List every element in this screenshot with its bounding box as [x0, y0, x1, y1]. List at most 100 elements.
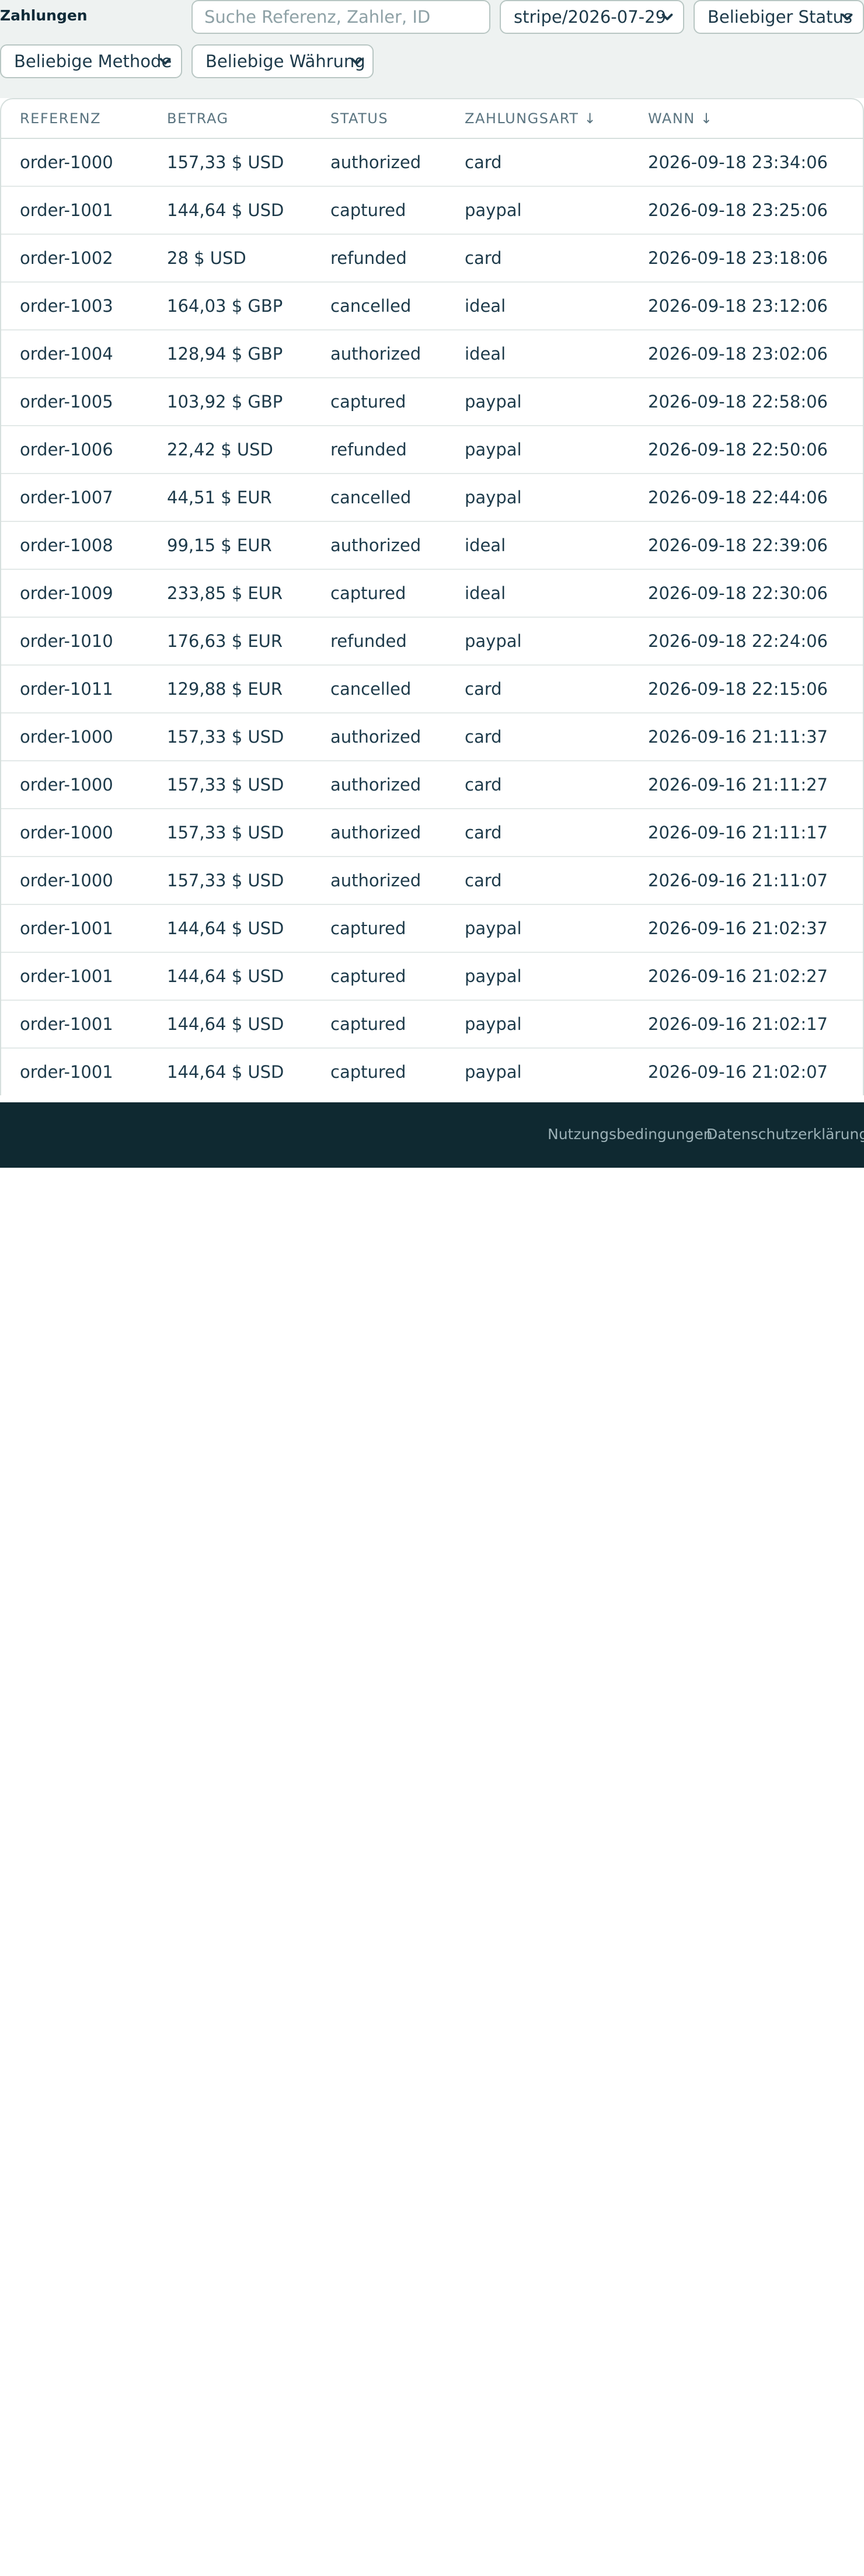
- cell-status: cancelled: [330, 296, 412, 316]
- cell-amount: 44,51 $ EUR: [167, 488, 272, 507]
- table-row[interactable]: order-1004 128,94 $ GBP authorized ideal 202…: [1, 330, 863, 378]
- privacy-link[interactable]: Datenschutzerklärung: [706, 1126, 864, 1143]
- status-select-value: Beliebiger Status: [708, 7, 852, 27]
- cell-status: authorized: [330, 727, 421, 747]
- cell-reference: order-1004: [20, 344, 113, 364]
- cell-status: captured: [330, 1014, 406, 1034]
- cell-method: card: [465, 871, 502, 890]
- column-header-status[interactable]: STATUS: [330, 110, 388, 127]
- column-header-method[interactable]: ZAHLUNGSART ↓: [465, 110, 597, 127]
- table-header: REFERENZ BETRAG STATUS ZAHLUNGSART ↓ WAN…: [1, 99, 863, 139]
- account-select-value: stripe/2026-07-29: [514, 7, 667, 27]
- cell-reference: order-1008: [20, 535, 113, 555]
- table-row[interactable]: order-1001 144,64 $ USD captured paypal 2026…: [1, 187, 863, 235]
- cell-method: paypal: [465, 966, 522, 986]
- table-row[interactable]: order-1001 144,64 $ USD captured paypal 2026…: [1, 905, 863, 953]
- cell-when: 2026-09-16 21:11:37: [648, 727, 828, 747]
- method-select-value: Beliebige Methode: [14, 51, 172, 71]
- cell-when: 2026-09-18 23:12:06: [648, 296, 828, 316]
- cell-status: cancelled: [330, 488, 412, 507]
- table-row[interactable]: order-1000 157,33 $ USD authorized card 2026…: [1, 761, 863, 809]
- cell-reference: order-1009: [20, 583, 113, 603]
- table-row[interactable]: order-1010 176,63 $ EUR refunded paypal 2026…: [1, 618, 863, 666]
- account-select[interactable]: stripe/2026-07-29: [500, 0, 684, 34]
- terms-link[interactable]: Nutzungsbedingungen: [548, 1126, 713, 1143]
- page-title: Zahlungen: [0, 7, 88, 24]
- cell-when: 2026-09-18 22:15:06: [648, 679, 828, 699]
- cell-status: authorized: [330, 344, 421, 364]
- cell-status: captured: [330, 392, 406, 412]
- cell-amount: 157,33 $ USD: [167, 152, 284, 172]
- search-input[interactable]: [191, 0, 490, 34]
- cell-amount: 157,33 $ USD: [167, 727, 284, 747]
- cell-reference: order-1000: [20, 823, 113, 843]
- cell-method: card: [465, 775, 502, 795]
- cell-amount: 129,88 $ EUR: [167, 679, 283, 699]
- table-row[interactable]: order-1001 144,64 $ USD captured paypal 2026…: [1, 1049, 863, 1095]
- cell-reference: order-1001: [20, 200, 113, 220]
- table-row[interactable]: order-1007 44,51 $ EUR cancelled paypal 2026…: [1, 474, 863, 522]
- cell-when: 2026-09-16 21:11:07: [648, 871, 828, 890]
- cell-method: paypal: [465, 631, 522, 651]
- cell-reference: order-1000: [20, 727, 113, 747]
- cell-amount: 144,64 $ USD: [167, 1014, 284, 1034]
- cell-reference: order-1011: [20, 679, 113, 699]
- table-row[interactable]: order-1006 22,42 $ USD refunded paypal 2026-…: [1, 426, 863, 474]
- cell-when: 2026-09-16 21:02:37: [648, 918, 828, 938]
- cell-method: paypal: [465, 488, 522, 507]
- cell-when: 2026-09-18 23:25:06: [648, 200, 828, 220]
- cell-reference: order-1010: [20, 631, 113, 651]
- cell-status: authorized: [330, 535, 421, 555]
- cell-status: authorized: [330, 775, 421, 795]
- status-select[interactable]: Beliebiger Status: [694, 0, 864, 34]
- table-row[interactable]: order-1009 233,85 $ EUR captured ideal 2026-…: [1, 570, 863, 618]
- cell-method: ideal: [465, 296, 506, 316]
- table-row[interactable]: order-1011 129,88 $ EUR cancelled card 2026-…: [1, 666, 863, 713]
- cell-status: authorized: [330, 871, 421, 890]
- cell-when: 2026-09-16 21:02:07: [648, 1062, 828, 1082]
- cell-method: paypal: [465, 200, 522, 220]
- table-row[interactable]: order-1008 99,15 $ EUR authorized ideal 2026…: [1, 522, 863, 570]
- table-row[interactable]: order-1001 144,64 $ USD captured paypal 2026…: [1, 953, 863, 1001]
- cell-when: 2026-09-16 21:11:17: [648, 823, 828, 843]
- table-row[interactable]: order-1005 103,92 $ GBP captured paypal 2026…: [1, 378, 863, 426]
- cell-amount: 176,63 $ EUR: [167, 631, 283, 651]
- cell-when: 2026-09-16 21:02:27: [648, 966, 828, 986]
- filter-bar: Zahlungen stripe/2026-07-29 Beliebiger S…: [0, 0, 864, 98]
- table-row[interactable]: order-1000 157,33 $ USD authorized card 2026…: [1, 139, 863, 187]
- currency-select-value: Beliebige Währung: [205, 51, 365, 71]
- cell-amount: 144,64 $ USD: [167, 966, 284, 986]
- table-row[interactable]: order-1003 164,03 $ GBP cancelled ideal 2026…: [1, 283, 863, 330]
- cell-method: paypal: [465, 1062, 522, 1082]
- cell-amount: 128,94 $ GBP: [167, 344, 283, 364]
- table-row[interactable]: order-1000 157,33 $ USD authorized card 2026…: [1, 857, 863, 905]
- cell-method: ideal: [465, 583, 506, 603]
- table-row[interactable]: order-1000 157,33 $ USD authorized card 2026…: [1, 809, 863, 857]
- cell-amount: 28 $ USD: [167, 248, 246, 268]
- column-header-amount[interactable]: BETRAG: [167, 110, 229, 127]
- chevron-down-icon: [661, 13, 673, 20]
- table-row[interactable]: order-1000 157,33 $ USD authorized card 2026…: [1, 713, 863, 761]
- currency-select[interactable]: Beliebige Währung: [191, 44, 374, 78]
- column-header-when[interactable]: WANN ↓: [648, 110, 713, 127]
- cell-amount: 144,64 $ USD: [167, 1062, 284, 1082]
- cell-status: cancelled: [330, 679, 412, 699]
- cell-when: 2026-09-18 22:58:06: [648, 392, 828, 412]
- chevron-down-icon: [841, 13, 853, 20]
- cell-status: refunded: [330, 631, 407, 651]
- cell-reference: order-1001: [20, 966, 113, 986]
- cell-reference: order-1001: [20, 1014, 113, 1034]
- table-row[interactable]: order-1001 144,64 $ USD captured paypal 2026…: [1, 1001, 863, 1049]
- cell-amount: 157,33 $ USD: [167, 871, 284, 890]
- method-select[interactable]: Beliebige Methode: [0, 44, 182, 78]
- cell-when: 2026-09-16 21:02:17: [648, 1014, 828, 1034]
- cell-method: ideal: [465, 344, 506, 364]
- payments-table: REFERENZ BETRAG STATUS ZAHLUNGSART ↓ WAN…: [0, 98, 864, 1095]
- cell-method: paypal: [465, 1014, 522, 1034]
- cell-status: refunded: [330, 440, 407, 459]
- cell-reference: order-1000: [20, 152, 113, 172]
- column-header-reference[interactable]: REFERENZ: [20, 110, 101, 127]
- cell-amount: 22,42 $ USD: [167, 440, 273, 459]
- table-row[interactable]: order-1002 28 $ USD refunded card 2026-09-18…: [1, 235, 863, 283]
- cell-when: 2026-09-18 22:24:06: [648, 631, 828, 651]
